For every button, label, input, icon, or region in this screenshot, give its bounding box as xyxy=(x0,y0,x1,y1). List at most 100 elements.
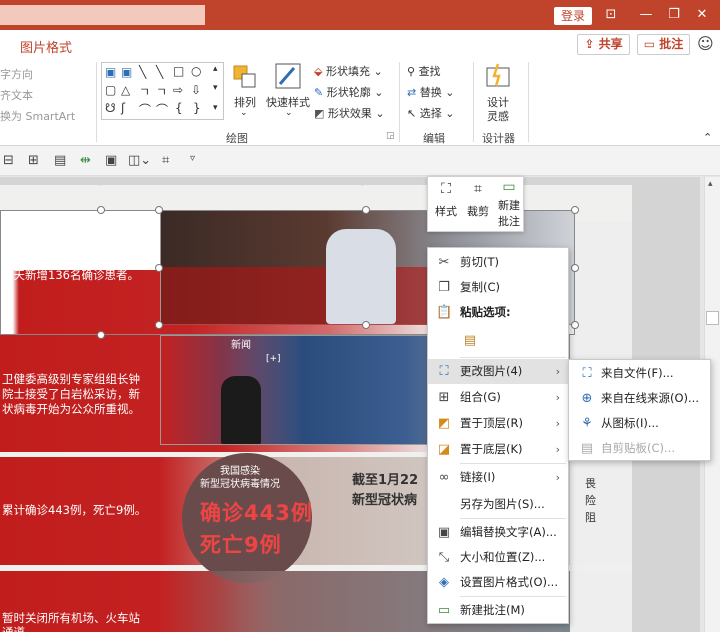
menu-item-format-picture[interactable]: ◈ 设置图片格式(O)... xyxy=(428,570,568,595)
elbow-connector-shape-icon[interactable]: ㄱ xyxy=(139,83,150,100)
rotate-handle-icon[interactable]: ⟳ xyxy=(358,185,369,190)
design-ideas-label-2[interactable]: 灵感 xyxy=(487,108,509,124)
left-brace-shape-icon[interactable]: { xyxy=(175,101,183,115)
find-button[interactable]: ⚲ 查找 xyxy=(407,63,441,79)
collapse-ribbon-icon[interactable]: ⌃ xyxy=(703,131,712,144)
menu-item-cut[interactable]: ✂ 剪切(T) xyxy=(428,250,568,275)
resize-handle[interactable] xyxy=(362,206,370,214)
filmstrip-icon[interactable]: ▤ xyxy=(54,153,66,168)
replace-button[interactable]: ⇄ 替换 ⌄ xyxy=(407,84,454,100)
resize-handle[interactable] xyxy=(97,206,105,214)
select-button[interactable]: ↖ 选择 ⌄ xyxy=(407,105,454,121)
right-brace-shape-icon[interactable]: } xyxy=(193,101,201,115)
feedback-smiley-icon[interactable]: ☺ xyxy=(697,34,714,53)
gallery-up-icon[interactable]: ▴ xyxy=(213,64,218,74)
scribble-shape-icon[interactable]: ʃ xyxy=(121,101,125,115)
style-button[interactable]: ⛶ 样式 xyxy=(431,181,461,219)
resize-handle[interactable] xyxy=(155,206,163,214)
share-button[interactable]: ⇪ 共享 xyxy=(577,34,630,55)
login-button[interactable]: 登录 xyxy=(554,7,592,25)
ribbon-divider xyxy=(528,62,529,142)
clipboard-icon: ▤ xyxy=(580,441,594,456)
paste-keep-format-button[interactable]: ▤ xyxy=(456,328,496,353)
right-arrow-shape-icon[interactable]: ⇨ xyxy=(173,83,183,97)
oval-shape-icon[interactable]: ○ xyxy=(191,64,201,78)
group-label-designer: 设计器 xyxy=(482,132,515,145)
resize-handle[interactable] xyxy=(362,321,370,329)
new-comment-mini-button[interactable]: ▭ 新建 批注 xyxy=(494,179,524,229)
picture-frame-icon[interactable]: ▣ xyxy=(105,153,117,168)
scroll-thumb[interactable] xyxy=(706,311,719,325)
change-picture-icon: ⛶ xyxy=(439,364,449,379)
scroll-up-icon[interactable]: ▴ xyxy=(708,179,713,189)
from-file-icon: ⛶ xyxy=(582,366,592,381)
gallery-more-icon[interactable]: ▾ xyxy=(213,103,218,113)
shape-effects-button[interactable]: ◩ 形状效果 ⌄ xyxy=(314,105,385,121)
distribute-icon[interactable]: ⇹ xyxy=(80,153,91,168)
customize-qat-icon[interactable]: ▿ xyxy=(190,153,195,164)
comment-button[interactable]: ▭ 批注 xyxy=(637,34,690,55)
rounded-rect-shape-icon[interactable]: ▢ xyxy=(105,83,116,97)
from-icons-icon: ⚘ xyxy=(581,416,593,431)
crop-button[interactable]: ⌗ 裁剪 xyxy=(463,181,493,219)
document-title-field[interactable] xyxy=(0,5,205,25)
rectangle-shape-icon[interactable]: □ xyxy=(173,64,184,78)
arc-shape-icon[interactable]: ⌒ xyxy=(156,101,168,118)
arrange-chevron-icon[interactable]: ⌄ xyxy=(240,108,248,118)
tab-picture-format[interactable]: 图片格式 xyxy=(20,37,72,56)
convert-smartart-button[interactable]: 换为 SmartArt xyxy=(0,108,75,124)
band4-line-1: 暂时关闭所有机场、火车站 xyxy=(2,611,140,625)
menu-item-copy[interactable]: ❐ 复制(C) xyxy=(428,275,568,300)
vertical-textbox-shape-icon[interactable]: ▣ xyxy=(121,65,132,79)
crop-icon[interactable]: ⌗ xyxy=(162,153,169,168)
align-text-button[interactable]: 齐文本 xyxy=(0,87,33,103)
submenu-item-from-file[interactable]: ⛶ 来自文件(F)... xyxy=(569,361,710,386)
text-direction-button[interactable]: 字方向 xyxy=(0,66,33,82)
resize-handle[interactable] xyxy=(571,206,579,214)
elbow-arrow-shape-icon[interactable]: ㄱ xyxy=(156,83,167,100)
rotate-handle-icon[interactable]: ⟳ xyxy=(95,185,106,190)
reset-picture-icon[interactable]: ◫⌄ xyxy=(128,153,151,168)
resize-handle[interactable] xyxy=(97,331,105,339)
submenu-item-online-source[interactable]: ⊕ 来自在线来源(O)... xyxy=(569,386,710,411)
shapes-gallery[interactable]: ▣ ▣ ╲ ╲ □ ○ ▢ △ ㄱ ㄱ ⇨ ⇩ ☋ ʃ ⌒ ⌒ { } ▴ ▾ … xyxy=(101,62,224,120)
poster-title-2: 新型冠状病毒情况 xyxy=(200,479,280,490)
maximize-icon[interactable]: ❐ xyxy=(664,6,684,24)
triangle-shape-icon[interactable]: △ xyxy=(121,83,130,97)
side-vertical-text: 畏险阻 xyxy=(585,477,596,524)
resize-handle[interactable] xyxy=(571,321,579,329)
menu-item-send-to-back[interactable]: ◪ 置于底层(K) › xyxy=(428,437,568,462)
resize-handle[interactable] xyxy=(571,264,579,272)
curve-shape-icon[interactable]: ⌒ xyxy=(139,101,151,118)
minimize-icon[interactable]: — xyxy=(636,6,656,24)
menu-item-edit-alt-text[interactable]: ▣ 编辑替换文字(A)... xyxy=(428,520,568,545)
gallery-down-icon[interactable]: ▾ xyxy=(213,83,218,93)
menu-item-bring-to-front[interactable]: ◩ 置于顶层(R) › xyxy=(428,411,568,436)
replace-label: 替换 xyxy=(419,86,442,99)
menu-item-save-as-picture[interactable]: 另存为图片(S)... xyxy=(428,492,568,517)
menu-item-new-comment[interactable]: ▭ 新建批注(M) xyxy=(428,598,568,623)
align-icon[interactable]: ⊟ xyxy=(3,153,14,168)
quick-styles-chevron-icon[interactable]: ⌄ xyxy=(285,108,293,118)
resize-handle[interactable] xyxy=(155,321,163,329)
resize-handle[interactable] xyxy=(155,264,163,272)
menu-item-group[interactable]: ⊞ 组合(G) › xyxy=(428,385,568,410)
menu-item-size-position[interactable]: ⤡ 大小和位置(Z)... xyxy=(428,545,568,570)
submenu-item-from-icons[interactable]: ⚘ 从图标(I)... xyxy=(569,411,710,436)
find-label: 查找 xyxy=(418,65,441,78)
menu-item-link[interactable]: ∞ 链接(I) › xyxy=(428,465,568,490)
close-icon[interactable]: ✕ xyxy=(692,6,712,24)
menu-item-change-picture[interactable]: ⛶ 更改图片(4) › xyxy=(428,359,568,384)
line-shape-icon[interactable]: ╲ xyxy=(139,65,146,79)
drawing-dialog-launcher-icon[interactable]: ◲ xyxy=(386,131,395,141)
arrow-line-shape-icon[interactable]: ╲ xyxy=(156,65,163,79)
freeform-shape-icon[interactable]: ☋ xyxy=(105,101,116,115)
down-arrow-shape-icon[interactable]: ⇩ xyxy=(191,83,201,97)
textbox-shape-icon[interactable]: ▣ xyxy=(105,65,116,79)
shape-outline-button[interactable]: ✎ 形状轮廓 ⌄ xyxy=(314,84,383,100)
shape-fill-button[interactable]: ⬙ 形状填充 ⌄ xyxy=(314,63,383,79)
restore-layout-icon[interactable]: ⊡ xyxy=(601,6,621,24)
group-objects-icon[interactable]: ⊞ xyxy=(28,153,39,168)
menu-separator xyxy=(460,518,566,519)
ribbon-tab-bar: 图片格式 ⇪ 共享 ▭ 批注 ☺ xyxy=(0,30,720,58)
